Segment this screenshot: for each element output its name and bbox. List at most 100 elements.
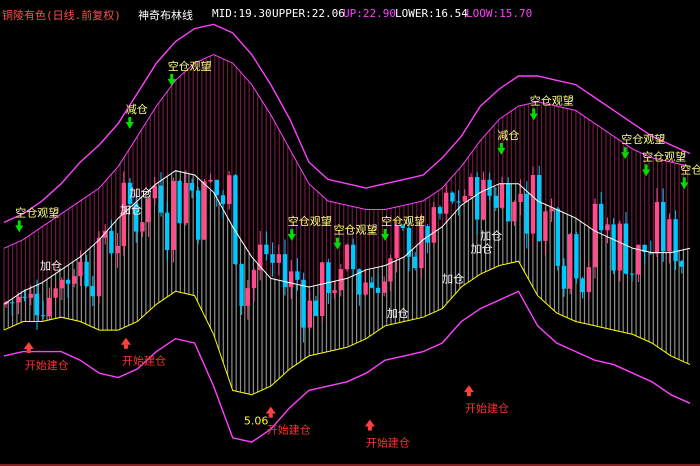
candle-body xyxy=(369,282,374,288)
candle-body xyxy=(146,198,151,223)
candle-body xyxy=(549,208,554,212)
candle-body xyxy=(59,279,64,289)
candle-body xyxy=(196,190,201,240)
buy-arrow-stem xyxy=(367,426,372,431)
candle-body xyxy=(177,180,182,224)
sell-arrow-icon xyxy=(287,234,296,242)
candle-body xyxy=(592,203,598,268)
candle-body xyxy=(313,300,319,316)
candle-body xyxy=(47,297,52,317)
candle-body xyxy=(96,237,102,297)
candle-body xyxy=(437,207,443,214)
candle-body xyxy=(518,193,523,202)
sell-arrow-stem xyxy=(335,237,339,243)
buy-arrow-stem xyxy=(26,349,31,354)
sell-arrow-icon xyxy=(680,182,689,190)
candle-body xyxy=(301,279,306,328)
signal-label: 空仓观望 xyxy=(333,223,377,237)
candle-body xyxy=(679,261,684,267)
candle-body xyxy=(375,287,381,293)
candle-body xyxy=(41,315,46,317)
signal-label: 减仓 xyxy=(126,102,148,116)
candle-body xyxy=(239,264,244,306)
candle-body xyxy=(450,192,455,202)
signal-label: 开始建仓 xyxy=(122,354,166,368)
candle-body xyxy=(276,254,281,263)
buy-arrow-icon xyxy=(23,342,34,350)
signal-label: 开始建仓 xyxy=(366,436,410,450)
signal-label: 减仓 xyxy=(497,128,519,142)
candle-body xyxy=(537,175,542,241)
candle-body xyxy=(623,223,629,274)
candle-body xyxy=(78,261,83,277)
candle-body xyxy=(320,262,325,316)
candle-body xyxy=(84,261,89,287)
candle-body xyxy=(270,254,275,263)
candle-body xyxy=(363,282,368,295)
candle-body xyxy=(673,219,678,262)
signal-label: 开始建仓 xyxy=(465,401,509,415)
candle-body xyxy=(158,185,164,213)
buy-arrow-icon xyxy=(120,337,131,345)
candle-body xyxy=(140,222,145,232)
bollinger-chart: 空仓观望空仓观望空仓观望空仓观望空仓观望空仓观望空仓观望空仓观望空仓观望减仓减仓… xyxy=(0,23,700,466)
candle-body xyxy=(530,175,536,234)
signal-label: 空仓观望 xyxy=(642,149,686,163)
signal-label: 开始建仓 xyxy=(267,423,311,437)
candle-body xyxy=(617,223,622,271)
sell-arrow-stem xyxy=(682,177,686,183)
signal-label: 加仓 xyxy=(130,185,152,199)
sell-arrow-icon xyxy=(529,113,538,121)
signal-label: 空仓观望 xyxy=(680,162,700,176)
signal-label: 空仓观望 xyxy=(168,59,212,73)
candle-body xyxy=(667,219,672,252)
candle-body xyxy=(611,224,616,271)
candle-body xyxy=(512,201,517,222)
buy-arrow-stem xyxy=(268,413,273,418)
candle-body xyxy=(506,184,511,222)
candle-body xyxy=(28,293,33,298)
candle-body xyxy=(580,278,585,293)
candle-body xyxy=(586,267,591,293)
candle-body xyxy=(16,296,21,303)
signal-label: 加仓 xyxy=(387,306,409,320)
candle-body xyxy=(456,201,461,203)
candle-body xyxy=(326,262,331,293)
buy-arrow-icon xyxy=(265,406,276,414)
candle-body xyxy=(202,181,207,240)
signal-label: 空仓观望 xyxy=(288,214,332,228)
candle-body xyxy=(444,192,449,214)
signal-label: 加仓 xyxy=(442,271,464,285)
candle-body xyxy=(264,244,269,255)
candle-body xyxy=(555,208,560,266)
buy-arrow-icon xyxy=(364,419,375,427)
candle-body xyxy=(332,290,337,293)
candle-body xyxy=(630,273,635,275)
signal-label: 加仓 xyxy=(471,241,493,255)
candle-body xyxy=(183,182,188,224)
signal-label: 空仓观望 xyxy=(621,132,665,146)
candle-body xyxy=(53,288,58,298)
candle-body xyxy=(481,179,486,220)
candle-body xyxy=(382,281,387,293)
candle-body xyxy=(599,203,604,231)
sell-arrow-stem xyxy=(17,220,21,226)
sell-arrow-stem xyxy=(499,142,503,148)
signal-label: 空仓观望 xyxy=(381,214,425,228)
candle-body xyxy=(561,265,567,289)
candle-body xyxy=(152,185,157,199)
candle-body xyxy=(115,245,120,254)
candle-body xyxy=(654,202,660,254)
candle-body xyxy=(307,300,312,328)
candle-body xyxy=(394,225,399,259)
signal-label: 空仓观望 xyxy=(530,93,574,107)
buy-arrow-stem xyxy=(466,392,471,397)
candle-body xyxy=(214,179,219,196)
candle-body xyxy=(208,179,213,182)
candle-body xyxy=(90,286,95,297)
candle-body xyxy=(245,288,250,306)
buy-arrow-icon xyxy=(463,385,474,393)
candle-body xyxy=(574,234,579,279)
candle-body xyxy=(493,195,498,208)
candle-body xyxy=(171,180,176,250)
